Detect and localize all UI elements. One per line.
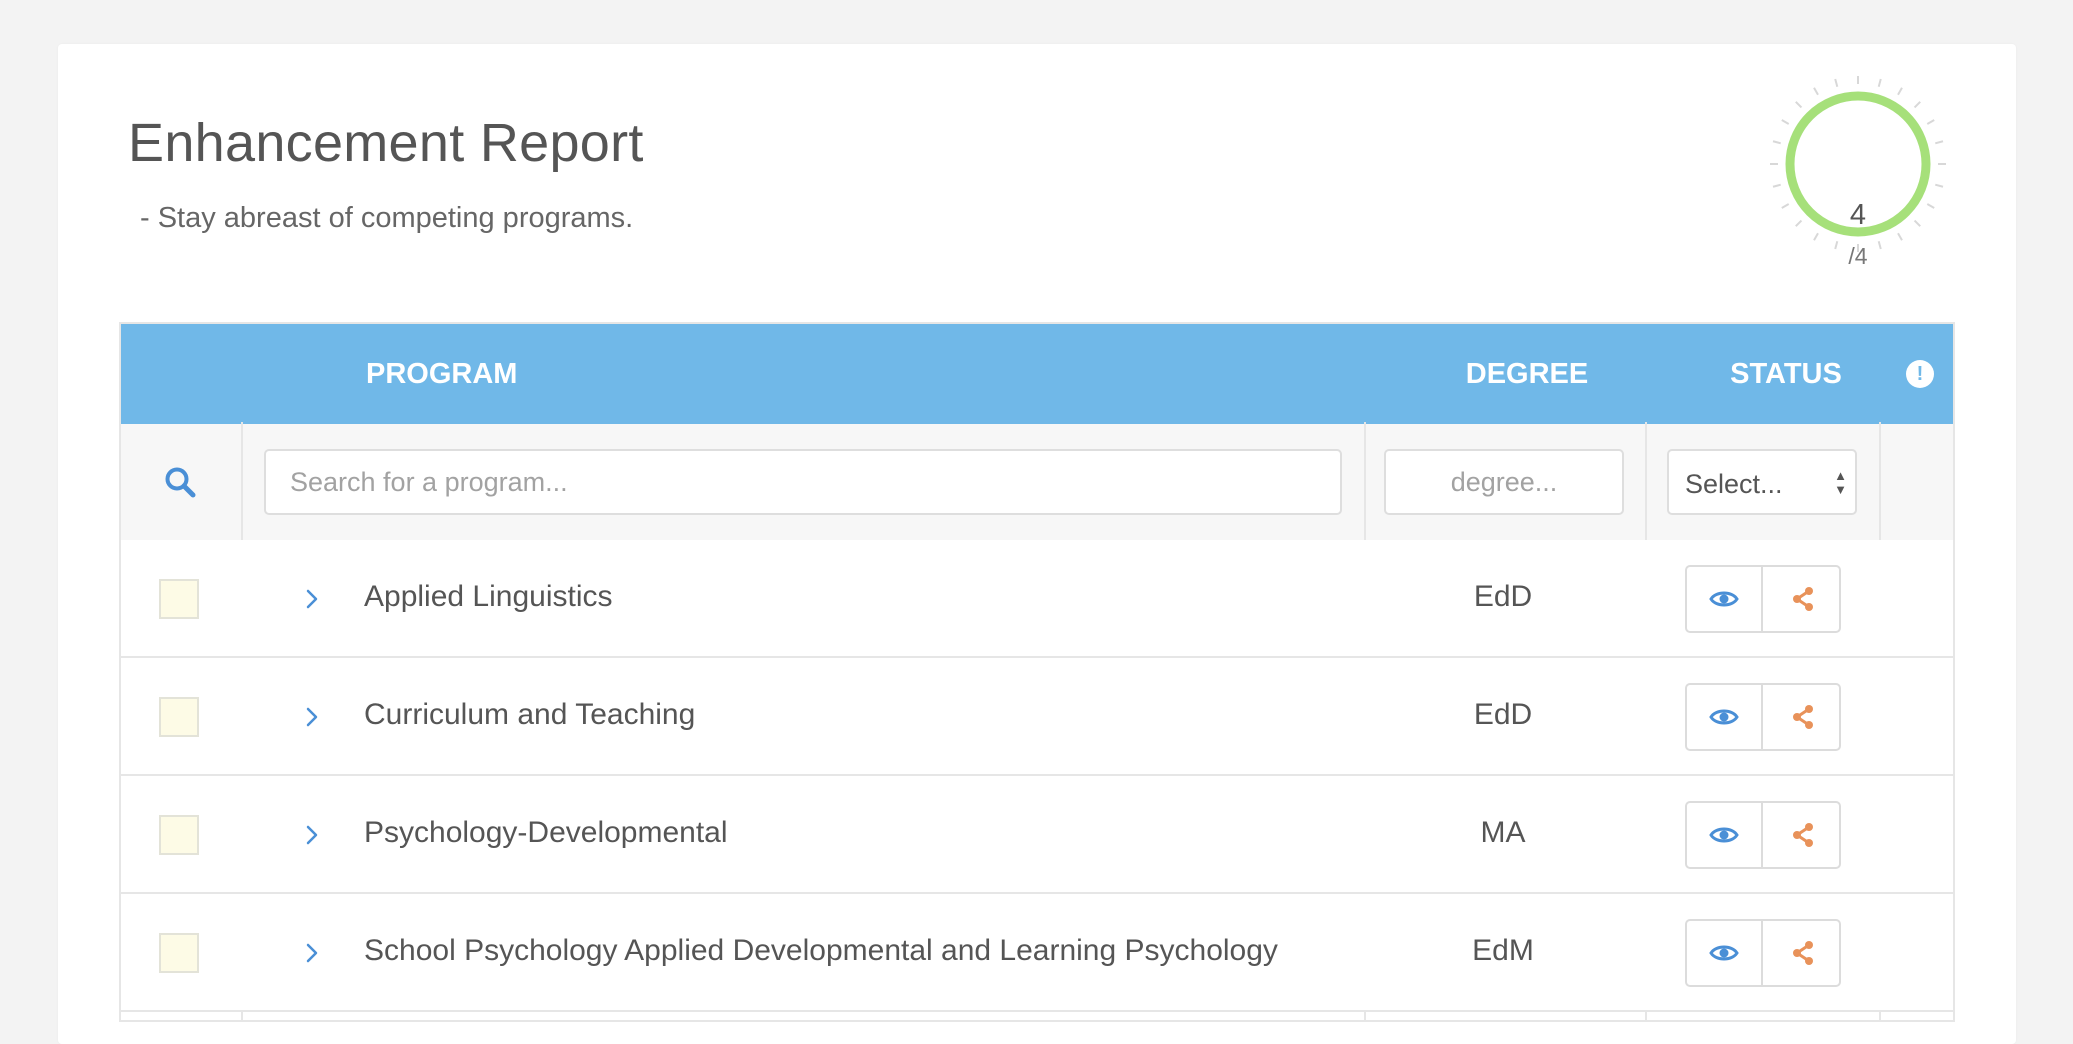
eye-icon (1709, 945, 1739, 961)
view-button[interactable] (1687, 921, 1763, 985)
gauge-value: 4 (1849, 199, 1867, 231)
view-button[interactable] (1687, 803, 1763, 867)
status-select-value: Select... (1685, 469, 1783, 499)
eye-icon (1709, 591, 1739, 607)
program-name: Curriculum and Teaching (364, 698, 696, 731)
table-row: School Psychology Applied Developmental … (121, 894, 1953, 1012)
column-header-status[interactable]: STATUS (1716, 324, 1856, 424)
eye-icon (1709, 709, 1739, 725)
status-select[interactable]: Select... ▲ ▼ (1667, 449, 1857, 515)
column-header-degree[interactable]: DEGREE (1456, 324, 1598, 424)
view-button[interactable] (1687, 685, 1763, 749)
row-checkbox[interactable] (159, 579, 199, 619)
chevron-right-icon[interactable] (293, 930, 333, 976)
exclamation-circle-icon[interactable]: ! (1906, 360, 1934, 388)
row-actions (1685, 565, 1841, 633)
row-checkbox[interactable] (159, 933, 199, 973)
share-button[interactable] (1765, 685, 1841, 749)
row-actions (1685, 919, 1841, 987)
program-name: Psychology-Developmental (364, 816, 728, 849)
program-degree: EdD (1473, 698, 1533, 731)
program-degree: EdD (1473, 580, 1533, 613)
row-checkbox[interactable] (159, 697, 199, 737)
table-row: Curriculum and Teaching EdD (121, 658, 1953, 776)
table-header: PROGRAM DEGREE STATUS ! (121, 324, 1953, 424)
chevron-right-icon[interactable] (293, 576, 333, 622)
program-degree: EdM (1472, 934, 1534, 967)
share-icon (1793, 941, 1813, 965)
page-title: Enhancement Report (128, 113, 644, 173)
share-icon (1793, 705, 1813, 729)
row-checkbox[interactable] (159, 815, 199, 855)
share-icon (1793, 587, 1813, 611)
share-button[interactable] (1765, 803, 1841, 867)
select-arrows-icon: ▲ ▼ (1834, 468, 1847, 497)
search-icon[interactable] (163, 465, 197, 499)
chevron-right-icon[interactable] (293, 694, 333, 740)
program-search-input[interactable] (264, 449, 1342, 515)
program-degree: MA (1480, 816, 1526, 849)
table-row: Psychology-Developmental MA (121, 776, 1953, 894)
share-button[interactable] (1765, 567, 1841, 631)
program-name: School Psychology Applied Developmental … (364, 934, 1278, 967)
column-header-program[interactable]: PROGRAM (366, 324, 517, 424)
chevron-right-icon[interactable] (293, 812, 333, 858)
view-button[interactable] (1687, 567, 1763, 631)
gauge-total: /4 (1848, 243, 1868, 269)
share-button[interactable] (1765, 921, 1841, 985)
row-actions (1685, 801, 1841, 869)
table-row: Applied Linguistics EdD (121, 540, 1953, 658)
page-subtitle: - Stay abreast of competing programs. (140, 202, 634, 234)
share-icon (1793, 823, 1813, 847)
degree-filter-input[interactable] (1384, 449, 1624, 515)
score-gauge: 4 /4 (1766, 72, 1950, 269)
program-name: Applied Linguistics (364, 580, 613, 613)
eye-icon (1709, 827, 1739, 843)
row-actions (1685, 683, 1841, 751)
